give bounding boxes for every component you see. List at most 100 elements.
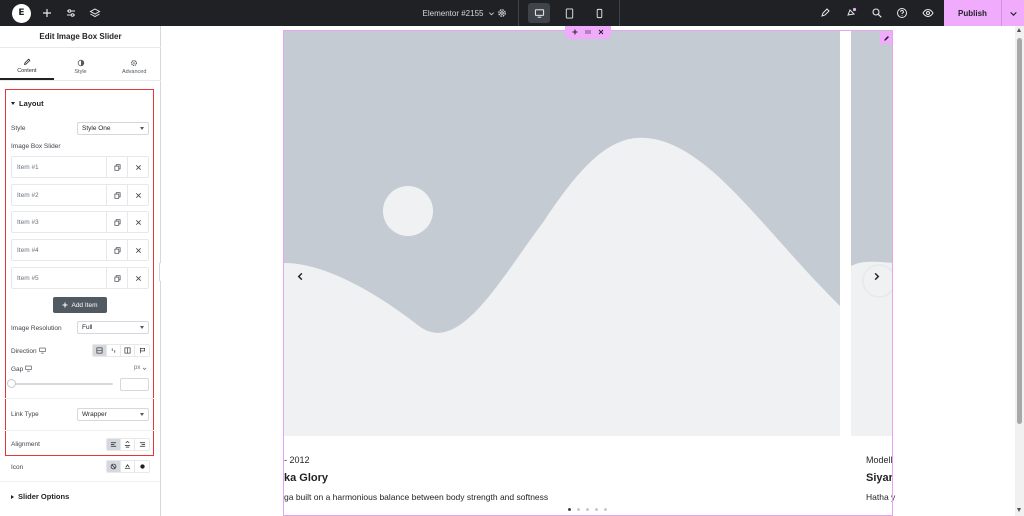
align-right-option[interactable] <box>135 439 149 450</box>
copy-icon <box>114 218 120 226</box>
page-settings-button[interactable] <box>493 0 511 26</box>
arrow-diagonal-icon <box>111 348 116 353</box>
preview-button[interactable] <box>919 0 937 26</box>
close-icon <box>135 247 141 253</box>
elementor-logo[interactable]: E <box>12 0 31 26</box>
gap-label: Gap <box>11 366 24 373</box>
remove-button[interactable] <box>127 268 148 288</box>
repeater-item[interactable]: Item #2 <box>11 184 149 206</box>
image-resolution-label: Image Resolution <box>11 325 62 332</box>
plus-icon <box>62 302 68 308</box>
structure-button[interactable] <box>86 0 104 26</box>
divider <box>5 398 154 399</box>
drag-handle[interactable] <box>585 29 591 37</box>
delete-widget-button[interactable] <box>598 29 604 37</box>
gap-slider-track[interactable] <box>11 383 113 385</box>
page-scrollbar[interactable] <box>1015 26 1024 516</box>
search-icon <box>872 8 882 18</box>
icon-default-option[interactable] <box>135 461 149 472</box>
repeater-item-label: Item #1 <box>17 163 39 171</box>
notes-button[interactable] <box>816 0 834 26</box>
tablet-icon <box>565 7 573 19</box>
repeater-item-label: Item #4 <box>17 246 39 254</box>
align-left-icon <box>110 442 117 447</box>
desktop-icon <box>25 365 32 372</box>
gap-input[interactable] <box>120 378 149 391</box>
remove-button[interactable] <box>127 185 148 205</box>
remove-button[interactable] <box>127 240 148 260</box>
close-icon <box>135 219 141 225</box>
layout-section-header[interactable]: Layout <box>11 99 44 108</box>
divider <box>0 481 160 482</box>
slider-options-section-header[interactable]: Slider Options <box>11 492 69 501</box>
desktop-icon <box>39 347 46 354</box>
gap-control-label: Gap <box>11 365 32 374</box>
publish-options-button[interactable] <box>1001 0 1024 26</box>
add-item-button[interactable]: Add Item <box>53 297 107 313</box>
edit-widget-button[interactable] <box>880 32 892 44</box>
responsive-desktop-icon[interactable] <box>39 347 46 356</box>
caret-right-icon <box>11 494 14 499</box>
preview-canvas: - 2012 ka Glory ga built on a harmonious… <box>161 26 1015 516</box>
publish-button[interactable]: Publish <box>944 0 1001 26</box>
icon-upload-option[interactable] <box>121 461 135 472</box>
align-left-option[interactable] <box>107 439 121 450</box>
responsive-desktop-icon[interactable] <box>25 365 32 374</box>
whats-new-button[interactable] <box>842 0 860 26</box>
direction-option[interactable] <box>121 345 135 356</box>
tab-advanced[interactable]: Advanced <box>107 53 161 80</box>
style-value: Style One <box>82 125 111 132</box>
link-type-select[interactable]: Wrapper <box>77 408 149 421</box>
scrollbar-thumb[interactable] <box>1017 38 1022 424</box>
layout-columns-icon <box>124 347 131 354</box>
direction-control-label: Direction <box>11 347 46 356</box>
copy-icon <box>114 246 120 254</box>
gap-unit: px <box>134 365 141 371</box>
device-desktop-button[interactable] <box>528 3 550 23</box>
duplicate-button[interactable] <box>106 157 127 177</box>
device-mobile-button[interactable] <box>588 3 610 23</box>
document-title: Elementor #2155 <box>422 8 484 18</box>
scroll-down-arrow[interactable] <box>1017 508 1021 512</box>
align-right-icon <box>139 442 145 447</box>
tab-style[interactable]: Style <box>54 53 108 80</box>
add-widget-button[interactable] <box>572 29 578 37</box>
repeater-item[interactable]: Item #3 <box>11 211 149 233</box>
icon-none-option[interactable] <box>107 461 121 472</box>
icon-label: Icon <box>11 464 24 471</box>
remove-button[interactable] <box>127 212 148 232</box>
direction-option[interactable] <box>107 345 121 356</box>
desktop-icon <box>534 8 544 18</box>
add-item-label: Add Item <box>71 301 98 309</box>
remove-button[interactable] <box>127 157 148 177</box>
gap-unit-select[interactable]: px <box>134 365 147 371</box>
plus-icon <box>43 9 51 17</box>
finder-button[interactable] <box>868 0 886 26</box>
direction-option[interactable] <box>93 345 107 356</box>
style-select[interactable]: Style One <box>77 122 149 135</box>
align-center-option[interactable] <box>121 439 135 450</box>
tab-content[interactable]: Content <box>0 53 54 80</box>
duplicate-button[interactable] <box>106 240 127 260</box>
upload-icon <box>124 464 131 470</box>
caret-down-icon <box>11 102 15 105</box>
close-icon <box>135 192 141 198</box>
repeater-item[interactable]: Item #5 <box>11 267 149 289</box>
site-settings-button[interactable] <box>62 0 80 26</box>
direction-option[interactable] <box>135 345 149 356</box>
scroll-up-arrow[interactable] <box>1017 28 1021 32</box>
duplicate-button[interactable] <box>106 185 127 205</box>
gap-slider-handle[interactable] <box>7 379 16 388</box>
device-tablet-button[interactable] <box>558 3 580 23</box>
half-circle-icon <box>77 59 84 66</box>
chevron-down-icon <box>140 326 144 329</box>
tab-label: Advanced <box>121 68 147 75</box>
repeater-item[interactable]: Item #4 <box>11 239 149 261</box>
add-element-button[interactable] <box>38 0 56 26</box>
repeater-item-label: Item #5 <box>17 274 39 282</box>
duplicate-button[interactable] <box>106 268 127 288</box>
repeater-item[interactable]: Item #1 <box>11 156 149 178</box>
image-resolution-select[interactable]: Full <box>77 321 149 334</box>
help-button[interactable] <box>893 0 911 26</box>
duplicate-button[interactable] <box>106 212 127 232</box>
